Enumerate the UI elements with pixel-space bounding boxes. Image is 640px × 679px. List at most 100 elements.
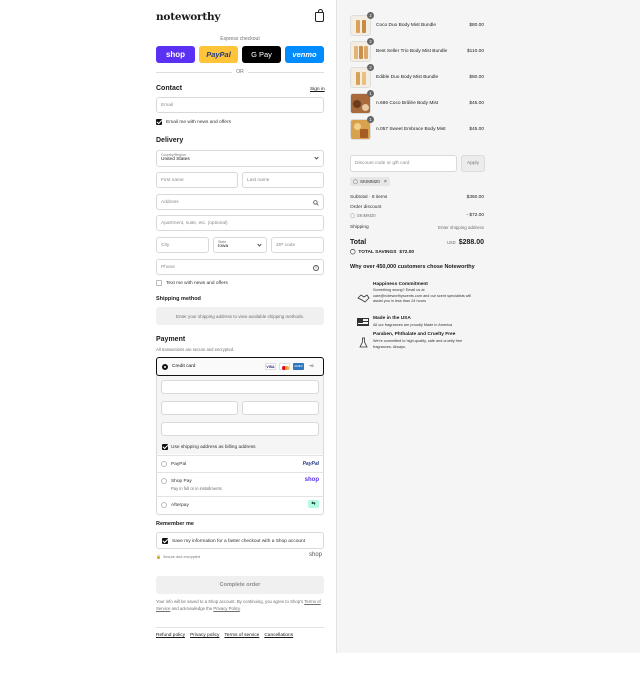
or-text: OR: [236, 69, 244, 75]
shipping-value: Enter shipping address: [437, 225, 484, 230]
billing-address-label: Use shipping address as billing address: [171, 445, 256, 450]
savings-label: TOTAL SAVINGS: [358, 250, 397, 255]
address-placeholder: Address: [161, 199, 179, 205]
currency-code: USD: [446, 240, 456, 245]
product-name: Best Seller Trio Body Mist Bundle: [376, 49, 448, 54]
gpay-label: G Pay: [251, 50, 272, 59]
why-item-text: We're committed to high-quality, safe an…: [373, 339, 462, 350]
why-item-title: Happiness Commitment: [373, 282, 428, 287]
tag-icon: ◯: [350, 213, 355, 218]
product-name: n.686 Coco Brûlée Body Mist: [376, 101, 439, 106]
apartment-field[interactable]: Apartment, suite, etc. (optional): [156, 215, 324, 231]
country-value: United States: [161, 157, 190, 162]
visa-icon: VISA: [265, 363, 276, 370]
quantity-badge: 2: [367, 64, 374, 71]
quantity-badge: 1: [367, 90, 374, 97]
zip-placeholder: ZIP code: [276, 242, 296, 248]
total-savings: ◯ TOTAL SAVINGS $72.00: [350, 250, 414, 255]
city-placeholder: City: [161, 242, 170, 248]
why-item-text: Something wrong? Email us at care@notewo…: [373, 288, 471, 305]
mastercard-icon: [279, 363, 290, 370]
discount-code-row: ◯ SKIMM20: [350, 213, 376, 219]
lock-icon: 🔒: [156, 554, 161, 559]
first-name-field[interactable]: First name: [156, 172, 238, 188]
shop-pay-logo: shop: [304, 477, 319, 483]
name-on-card-field[interactable]: [161, 422, 319, 436]
remove-discount-icon[interactable]: ×: [384, 179, 387, 185]
expiration-field[interactable]: [161, 401, 238, 415]
state-select[interactable]: State Iowa: [213, 237, 267, 253]
secure-notice: 🔒 Secure and encrypted: [156, 554, 200, 559]
apply-button[interactable]: Apply: [461, 155, 485, 172]
card-number-field[interactable]: [161, 380, 319, 394]
terms-notice: Your info will be saved to a Shop accoun…: [156, 599, 324, 612]
save-info-checkbox[interactable]: [162, 538, 168, 544]
shop-pay-option[interactable]: Shop Pay Pay in full or in installments …: [156, 472, 324, 495]
help-icon[interactable]: ?: [313, 264, 319, 271]
save-info-label: Save my information for a faster checkou…: [172, 539, 306, 544]
cart-bag-icon[interactable]: [315, 9, 324, 22]
more-cards-count: +6: [309, 363, 314, 368]
venmo-label: venmo: [292, 50, 317, 59]
why-heading: Why over 450,000 customers chose Notewor…: [350, 264, 475, 270]
country-select[interactable]: Country/Region United States: [156, 150, 324, 167]
afterpay-radio[interactable]: [161, 502, 167, 508]
zip-field[interactable]: ZIP code: [271, 237, 324, 253]
venmo-button[interactable]: venmo: [285, 46, 324, 63]
discount-code-field[interactable]: Discount code or gift card: [350, 155, 457, 172]
gpay-button[interactable]: G Pay: [242, 46, 281, 63]
sign-in-link[interactable]: Sign in: [310, 87, 325, 92]
sms-checkbox[interactable]: [156, 280, 162, 286]
privacy-policy-link[interactable]: Privacy Policy: [213, 606, 239, 611]
total-label: Total: [350, 239, 367, 246]
last-name-field[interactable]: Last name: [242, 172, 324, 188]
city-field[interactable]: City: [156, 237, 209, 253]
quantity-badge: 1: [367, 116, 374, 123]
credit-card-radio[interactable]: [162, 364, 168, 370]
shop-pay-option-label: Shop Pay: [171, 479, 192, 484]
store-logo[interactable]: noteworthy: [156, 11, 221, 23]
shop-pay-label: shop: [165, 50, 186, 59]
payment-heading: Payment: [156, 336, 186, 343]
cancellations-link[interactable]: Cancellations: [264, 633, 293, 638]
handshake-icon: [357, 290, 370, 303]
refund-policy-link[interactable]: Refund policy: [156, 633, 185, 638]
why-item-line: fragrances. Always.: [373, 344, 406, 349]
phone-field[interactable]: Phone ?: [156, 259, 324, 275]
address-field[interactable]: Address: [156, 194, 324, 210]
us-flag-icon: [357, 318, 369, 326]
product-price: $45.00: [469, 127, 484, 132]
terms-text-end: .: [239, 605, 241, 611]
product-price: $45.00: [469, 101, 484, 106]
terms-of-service-footer-link[interactable]: Terms of service: [224, 633, 259, 638]
paypal-radio[interactable]: [161, 461, 167, 467]
paypal-button[interactable]: PayPal: [199, 46, 238, 63]
privacy-policy-footer-link[interactable]: Privacy policy: [190, 633, 219, 638]
or-divider: OR: [156, 69, 324, 75]
shop-pay-subtitle: Pay in full or in installments: [171, 486, 222, 491]
flask-icon: [359, 336, 368, 348]
email-placeholder: Email: [161, 102, 173, 108]
shop-pay-button[interactable]: shop: [156, 46, 195, 63]
billing-address-checkbox[interactable]: [162, 444, 168, 450]
shipping-method-heading: Shipping method: [156, 296, 201, 302]
complete-order-button[interactable]: Complete order: [156, 576, 324, 594]
order-summary: 2 Coco Duo Body Mist Bundle $80.00 2 Bes…: [336, 0, 640, 653]
shop-pay-radio[interactable]: [161, 478, 167, 484]
total-value: $288.00: [458, 239, 484, 246]
discount-tag-label: SKIMM20: [360, 179, 380, 184]
paypal-option[interactable]: PayPal PayPal: [156, 455, 324, 471]
tag-icon: ◯: [353, 178, 359, 184]
product-price: $80.00: [469, 75, 484, 80]
email-field[interactable]: Email: [156, 97, 324, 113]
newsletter-label: Email me with news and offers: [166, 120, 231, 125]
afterpay-option[interactable]: Afterpay ⇆: [156, 496, 324, 514]
shipping-method-notice: Enter your shipping address to view avai…: [156, 307, 324, 325]
product-name: Coco Duo Body Mist Bundle: [376, 23, 436, 28]
apartment-placeholder: Apartment, suite, etc. (optional): [161, 220, 228, 226]
credit-card-option[interactable]: Credit card VISA AMEX +6: [156, 357, 324, 376]
phone-placeholder: Phone: [161, 264, 175, 270]
newsletter-checkbox[interactable]: [156, 119, 162, 125]
security-code-field[interactable]: [242, 401, 319, 415]
sms-label: Text me with news and offers: [166, 281, 228, 286]
